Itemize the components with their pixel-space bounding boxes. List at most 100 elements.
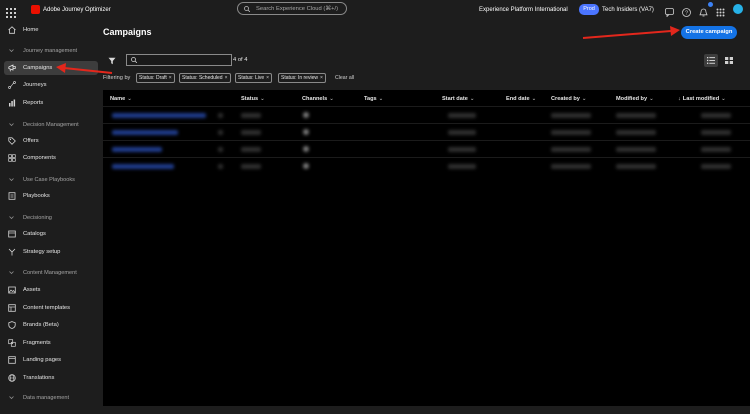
- global-search-input[interactable]: Search Experience Cloud (⌘+/): [237, 2, 347, 15]
- row-menu-icon[interactable]: [218, 113, 223, 118]
- sidebar-item-fragments[interactable]: Fragments: [4, 336, 98, 350]
- section-label: Content Management: [23, 270, 77, 276]
- clear-all-link[interactable]: Clear all: [335, 73, 354, 83]
- sidebar-item-playbooks[interactable]: Playbooks: [4, 189, 98, 203]
- filter-chip-in-review[interactable]: Status: In review ×: [278, 73, 326, 83]
- sidebar-item-offers[interactable]: Offers: [4, 134, 98, 148]
- campaigns-table: Name ⌄ Status ⌄ Channels ⌄ Tags ⌄ Start date…: [103, 90, 750, 406]
- notification-badge: [708, 2, 713, 7]
- campaign-name-link[interactable]: [112, 113, 206, 118]
- filter-chip-draft[interactable]: Status: Draft ×: [136, 73, 175, 83]
- sidebar-item-label: Playbooks: [23, 193, 50, 199]
- campaign-name-link[interactable]: [112, 147, 162, 152]
- page-title: Campaigns: [103, 27, 152, 37]
- campaign-name-link[interactable]: [112, 130, 178, 135]
- table-row[interactable]: [103, 123, 750, 141]
- chevron-down-icon: [9, 178, 14, 182]
- sidebar-item-assets[interactable]: Assets: [4, 283, 98, 297]
- close-icon[interactable]: ×: [225, 75, 228, 81]
- section-decisioning[interactable]: Decisioning: [4, 212, 98, 224]
- column-header-name[interactable]: Name ⌄: [110, 94, 132, 104]
- column-header-tags[interactable]: Tags ⌄: [364, 94, 383, 104]
- report-icon: [9, 99, 16, 107]
- section-label: Use Case Playbooks: [23, 177, 75, 183]
- sidebar-item-brands[interactable]: Brands (Beta): [4, 318, 98, 332]
- chevron-down-icon: ⌄: [581, 96, 587, 102]
- column-header-channels[interactable]: Channels ⌄: [302, 94, 334, 104]
- help-icon[interactable]: ?: [682, 4, 691, 17]
- sidebar-item-translations[interactable]: Translations: [4, 371, 98, 385]
- filter-icon[interactable]: [108, 57, 116, 65]
- row-menu-icon[interactable]: [218, 164, 223, 169]
- row-menu-icon[interactable]: [218, 130, 223, 135]
- apps-icon[interactable]: [716, 4, 725, 17]
- chevron-down-icon: ⌄: [469, 96, 475, 102]
- app-grid-icon[interactable]: [6, 5, 16, 18]
- sidebar-item-strategy-setup[interactable]: Strategy setup: [4, 245, 98, 259]
- column-header-modified-by[interactable]: Modified by ⌄: [616, 94, 654, 104]
- table-row[interactable]: [103, 106, 750, 124]
- filter-chip-scheduled[interactable]: Status: Scheduled ×: [179, 73, 231, 83]
- section-data-management[interactable]: Data management: [4, 392, 98, 404]
- sidebar-item-journeys[interactable]: Journeys: [4, 78, 98, 92]
- bell-icon[interactable]: [699, 4, 708, 17]
- sidebar-item-campaigns[interactable]: Campaigns: [4, 61, 98, 75]
- sandbox-switcher[interactable]: Tech Insiders (VA7): [602, 4, 654, 16]
- column-header-status[interactable]: Status ⌄: [241, 94, 265, 104]
- playbook-icon: [8, 192, 16, 200]
- org-switcher[interactable]: Experience Platform International: [479, 4, 568, 16]
- sidebar-item-home[interactable]: Home: [4, 23, 98, 37]
- modified-by-cell: [616, 130, 656, 135]
- column-header-start-date[interactable]: Start date ⌄: [442, 94, 475, 104]
- close-icon[interactable]: ×: [169, 75, 172, 81]
- sidebar-item-catalogs[interactable]: Catalogs: [4, 227, 98, 241]
- chevron-down-icon: ⌄: [721, 96, 726, 102]
- chevron-down-icon: ⌄: [260, 96, 265, 102]
- chevron-down-icon: [9, 271, 14, 275]
- column-label: Status: [241, 96, 259, 102]
- chat-icon[interactable]: [665, 4, 674, 18]
- close-icon[interactable]: ×: [320, 75, 323, 81]
- column-header-created-by[interactable]: Created by ⌄: [551, 94, 587, 104]
- table-row[interactable]: [103, 157, 750, 175]
- column-label: Start date: [442, 96, 468, 102]
- row-menu-icon[interactable]: [218, 147, 223, 152]
- start-date-cell: [448, 113, 476, 118]
- sidebar-item-reports[interactable]: Reports: [4, 96, 98, 110]
- env-badge: Prod: [579, 4, 599, 15]
- table-row[interactable]: [103, 140, 750, 158]
- created-by-cell: [551, 130, 591, 135]
- app-name[interactable]: Adobe Journey Optimizer: [43, 4, 111, 16]
- sidebar: Home Journey management Campaigns Journe…: [0, 20, 103, 414]
- section-journey-management[interactable]: Journey management: [4, 45, 98, 57]
- grid-view-button[interactable]: [722, 54, 736, 67]
- last-modified-cell: [701, 130, 731, 135]
- arrow-down-icon: ↓: [678, 96, 681, 102]
- last-modified-cell: [701, 147, 731, 152]
- create-campaign-button[interactable]: Create campaign: [681, 26, 737, 39]
- sidebar-item-content-templates[interactable]: Content templates: [4, 301, 98, 315]
- column-label: Channels: [302, 96, 328, 102]
- sidebar-item-components[interactable]: Components: [4, 151, 98, 165]
- campaign-search-input[interactable]: [126, 54, 232, 66]
- column-header-last-modified[interactable]: ↓ Last modified ⌄: [678, 94, 726, 104]
- journey-icon: [8, 81, 16, 89]
- campaign-name-link[interactable]: [112, 164, 174, 169]
- status-badge: [241, 147, 261, 152]
- column-header-end-date[interactable]: End date ⌄: [506, 94, 536, 104]
- chevron-down-icon: ⌄: [127, 96, 132, 102]
- section-decision-management[interactable]: Decision Management: [4, 119, 98, 131]
- sidebar-item-landing-pages[interactable]: Landing pages: [4, 353, 98, 367]
- section-label: Decision Management: [23, 122, 79, 128]
- sidebar-item-label: Components: [23, 155, 56, 161]
- section-use-case-playbooks[interactable]: Use Case Playbooks: [4, 174, 98, 186]
- column-label: Modified by: [616, 96, 648, 102]
- section-content-management[interactable]: Content Management: [4, 267, 98, 279]
- svg-text:?: ?: [685, 11, 688, 17]
- avatar[interactable]: [733, 4, 743, 14]
- sidebar-item-label: Landing pages: [23, 357, 62, 363]
- list-view-button[interactable]: [704, 54, 718, 67]
- close-icon[interactable]: ×: [266, 75, 269, 81]
- filter-chip-live[interactable]: Status: Live ×: [235, 73, 273, 83]
- home-icon: [8, 26, 16, 34]
